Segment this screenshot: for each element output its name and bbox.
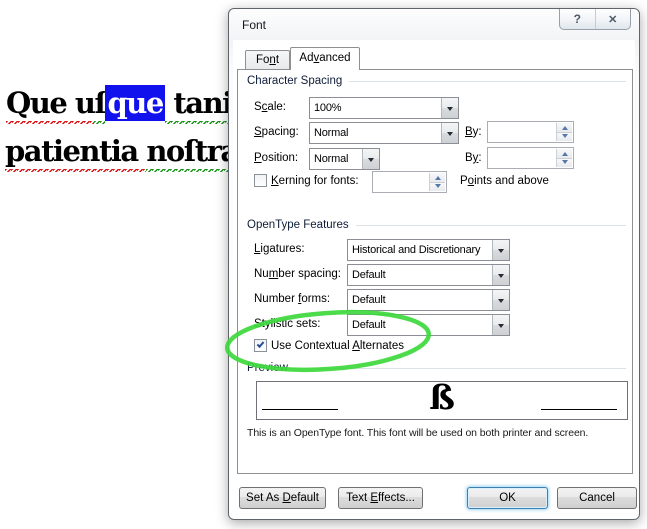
screen: Que uſque tani patientia noſtra Font ? ✕… — [0, 0, 647, 529]
opentype-features-group-heading: OpenType Features — [247, 219, 626, 231]
close-button[interactable]: ✕ — [595, 9, 631, 29]
tab-font[interactable]: Font — [245, 50, 290, 69]
use-contextual-alternates-label[interactable]: Use Contextual Alternates — [271, 340, 404, 352]
tab-advanced[interactable]: Advanced — [290, 47, 360, 70]
spinner-buttons — [429, 173, 445, 191]
caption-button-group: ? ✕ — [559, 9, 631, 30]
document-text-line-2[interactable]: patientia noſtra — [5, 134, 238, 172]
kerning-checkbox[interactable] — [254, 174, 267, 187]
position-combobox[interactable]: Normal — [309, 148, 380, 170]
position-by-spinner[interactable] — [487, 147, 574, 169]
number-spacing-combobox[interactable]: Default — [347, 264, 510, 286]
document-text-line-1[interactable]: Que uſque tani — [6, 86, 232, 124]
dialog-title: Font — [242, 18, 266, 32]
text-effects-button[interactable]: Text Effects... — [338, 487, 423, 509]
preview-box: ß — [256, 381, 628, 420]
misspelled-word: Que u — [6, 86, 94, 124]
spinner-down-icon[interactable] — [557, 158, 572, 168]
kerning-size-value[interactable] — [377, 172, 427, 192]
scale-combobox[interactable]: 100% — [309, 97, 459, 119]
number-spacing-value: Default — [352, 265, 491, 285]
spinner-down-icon[interactable] — [430, 182, 445, 192]
spacing-value: Normal — [314, 123, 440, 143]
checkmark-icon — [257, 340, 265, 348]
position-label: Position: — [254, 152, 298, 164]
group-heading-label: Preview — [247, 362, 288, 374]
highlighted-text: que — [105, 85, 164, 121]
ligatures-label: Ligatures: — [254, 243, 305, 255]
grammar-flagged-word: ſ — [94, 86, 105, 124]
preview-glyph: ß — [257, 378, 627, 418]
dropdown-arrow-icon[interactable] — [492, 265, 509, 285]
dropdown-arrow-icon[interactable] — [492, 240, 509, 260]
advanced-tab-page: Character Spacing Scale: 100% Spacing: N… — [237, 69, 633, 474]
preview-rule-right — [541, 409, 617, 410]
spinner-up-icon[interactable] — [430, 173, 445, 182]
ok-button[interactable]: OK — [467, 487, 548, 509]
scale-value: 100% — [314, 98, 440, 118]
position-by-value[interactable] — [492, 148, 554, 168]
help-button[interactable]: ? — [560, 9, 595, 29]
number-forms-value: Default — [352, 290, 491, 310]
misspelled-word: patientia — [5, 134, 146, 172]
stylistic-sets-label: Stylistic sets: — [254, 318, 320, 330]
set-as-default-button[interactable]: Set As Default — [239, 487, 326, 509]
kerning-size-spinner[interactable] — [372, 171, 447, 193]
spinner-down-icon[interactable] — [557, 132, 572, 142]
dropdown-arrow-icon[interactable] — [441, 98, 458, 118]
group-heading-label: Character Spacing — [247, 75, 342, 87]
spinner-buttons — [556, 123, 572, 141]
dropdown-arrow-icon[interactable] — [362, 149, 379, 169]
opentype-font-note: This is an OpenType font. This font will… — [247, 427, 588, 439]
help-icon: ? — [574, 12, 581, 26]
dropdown-arrow-icon[interactable] — [492, 290, 509, 310]
cancel-button[interactable]: Cancel — [557, 487, 637, 509]
number-forms-combobox[interactable]: Default — [347, 289, 510, 311]
close-icon: ✕ — [608, 13, 617, 26]
spacing-by-label: By: — [465, 126, 482, 138]
spinner-up-icon[interactable] — [557, 123, 572, 132]
points-and-above-label: Points and above — [460, 175, 549, 187]
number-forms-label: Number forms: — [254, 293, 330, 305]
dropdown-arrow-icon[interactable] — [441, 123, 458, 143]
kerning-label[interactable]: Kerning for fonts: — [271, 175, 359, 187]
spacing-label: Spacing: — [254, 126, 299, 138]
spinner-buttons — [556, 149, 572, 167]
stylistic-sets-combobox[interactable]: Default — [347, 314, 510, 336]
number-spacing-label: Number spacing: — [254, 268, 341, 280]
spinner-up-icon[interactable] — [557, 149, 572, 158]
ligatures-combobox[interactable]: Historical and Discretionary — [347, 239, 510, 261]
spacing-combobox[interactable]: Normal — [309, 122, 459, 144]
use-contextual-alternates-checkbox[interactable] — [254, 339, 267, 352]
ligatures-value: Historical and Discretionary — [352, 240, 491, 260]
group-heading-label: OpenType Features — [247, 219, 349, 231]
grammar-flagged-word: tani — [165, 86, 232, 124]
scale-label: Scale: — [254, 101, 286, 113]
spacing-by-value[interactable] — [492, 122, 554, 142]
dropdown-arrow-icon[interactable] — [492, 315, 509, 335]
grammar-flagged-word: noſtra — [146, 134, 237, 172]
position-value: Normal — [314, 149, 361, 169]
spacing-by-spinner[interactable] — [487, 121, 574, 143]
font-dialog: Font ? ✕ Font Advanced Character Spacing… — [228, 8, 640, 520]
preview-group-heading: Preview — [247, 362, 626, 374]
stylistic-sets-value: Default — [352, 315, 491, 335]
position-by-label: By: — [465, 152, 482, 164]
character-spacing-group-heading: Character Spacing — [247, 75, 626, 87]
